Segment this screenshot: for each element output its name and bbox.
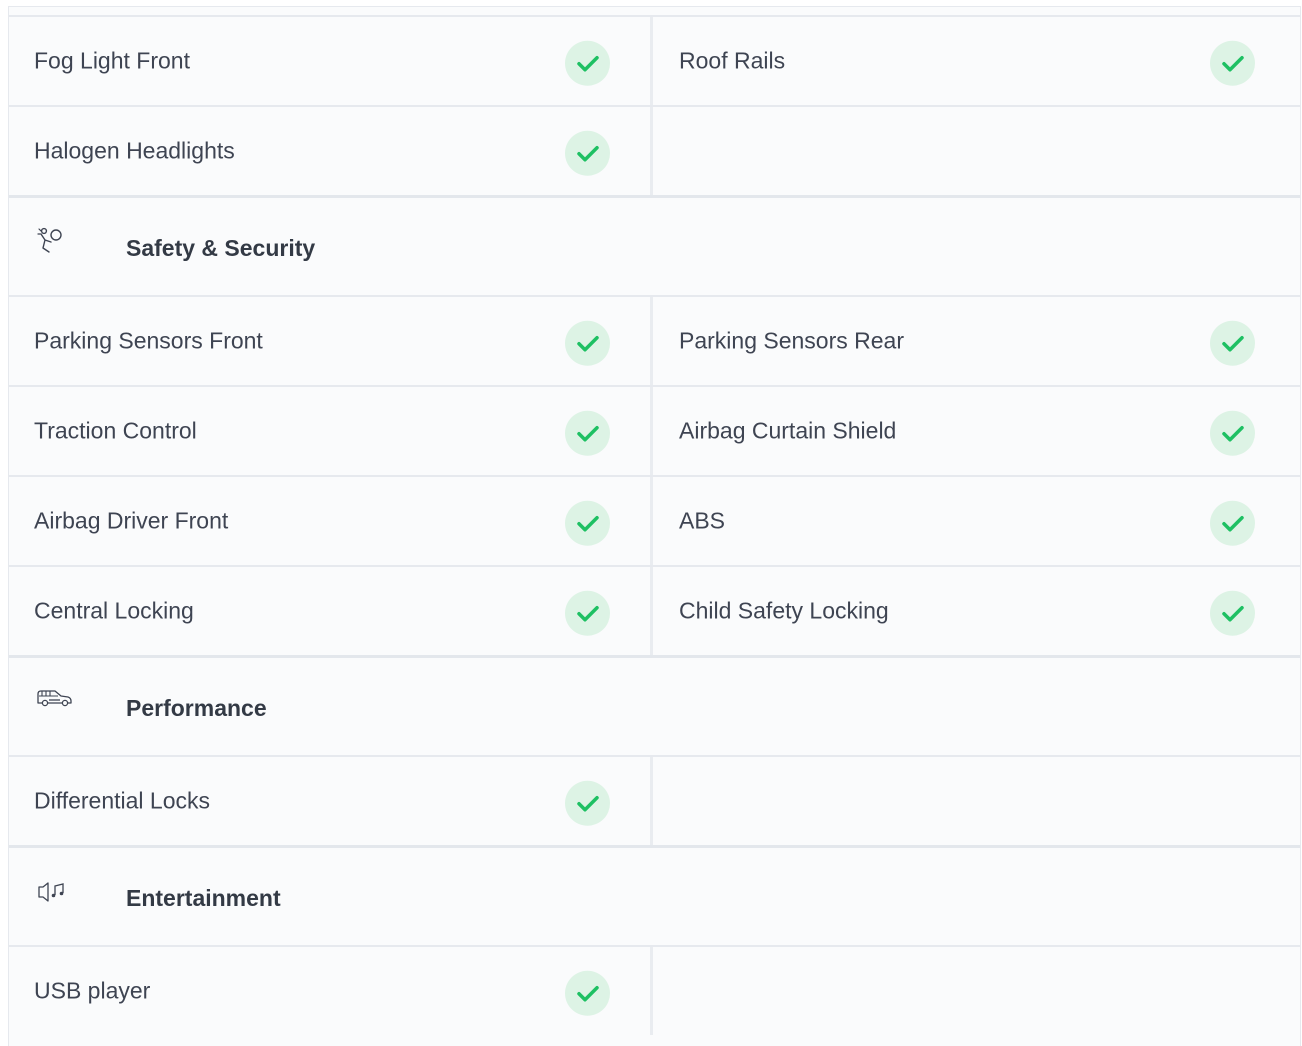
check-icon bbox=[565, 500, 610, 546]
feature-label: Traction Control bbox=[34, 417, 197, 444]
check-icon bbox=[1210, 40, 1255, 86]
feature-cell: Parking Sensors Rear bbox=[653, 297, 1300, 385]
feature-cell: Roof Rails bbox=[653, 17, 1300, 105]
feature-cell: Halogen Headlights bbox=[9, 107, 653, 195]
feature-label: Differential Locks bbox=[34, 787, 210, 814]
section-header-safety: Safety & Security bbox=[9, 198, 1300, 295]
check-icon bbox=[565, 780, 610, 826]
feature-label: Airbag Driver Front bbox=[34, 507, 229, 534]
check-icon bbox=[565, 40, 610, 86]
feature-label: Parking Sensors Rear bbox=[679, 327, 904, 354]
feature-label: Child Safety Locking bbox=[679, 597, 889, 624]
feature-row: Parking Sensors Front Parking Sensors Re… bbox=[9, 297, 1300, 385]
feature-row: Fog Light Front Roof Rails bbox=[9, 17, 1300, 105]
feature-label: USB player bbox=[34, 977, 151, 1004]
feature-row: Differential Locks bbox=[9, 757, 1300, 845]
speaker-music-icon bbox=[36, 881, 72, 911]
section-header-entertainment: Entertainment bbox=[9, 848, 1300, 945]
check-icon bbox=[1210, 320, 1255, 366]
check-icon bbox=[1210, 590, 1255, 636]
feature-cell: Traction Control bbox=[9, 387, 653, 475]
feature-cell: USB player bbox=[9, 947, 653, 1035]
check-icon bbox=[565, 410, 610, 456]
feature-label: Roof Rails bbox=[679, 47, 786, 74]
feature-row: USB player bbox=[9, 947, 1300, 1035]
feature-cell: Airbag Curtain Shield bbox=[653, 387, 1300, 475]
feature-cell: Airbag Driver Front bbox=[9, 477, 653, 565]
feature-label: Parking Sensors Front bbox=[34, 327, 263, 354]
check-icon bbox=[1210, 500, 1255, 546]
feature-cell: ABS bbox=[653, 477, 1300, 565]
check-icon bbox=[1210, 410, 1255, 456]
feature-cell-empty bbox=[653, 947, 1300, 1035]
feature-cell: Differential Locks bbox=[9, 757, 653, 845]
feature-row: Airbag Driver Front ABS bbox=[9, 477, 1300, 565]
feature-cell: Fog Light Front bbox=[9, 17, 653, 105]
feature-label: ABS bbox=[679, 507, 726, 534]
feature-row: Halogen Headlights bbox=[9, 107, 1300, 195]
check-icon bbox=[565, 590, 610, 636]
check-icon bbox=[565, 320, 610, 366]
feature-label: Central Locking bbox=[34, 597, 194, 624]
feature-label: Fog Light Front bbox=[34, 47, 190, 74]
feature-cell: Parking Sensors Front bbox=[9, 297, 653, 385]
feature-cell: Child Safety Locking bbox=[653, 567, 1300, 655]
section-header-performance: Performance bbox=[9, 658, 1300, 755]
section-title: Performance bbox=[126, 695, 267, 721]
features-table: Fog Light Front Roof Rails Halogen Headl… bbox=[8, 6, 1301, 1046]
airbag-icon bbox=[36, 226, 72, 256]
section-title: Entertainment bbox=[126, 885, 281, 911]
check-icon bbox=[565, 970, 610, 1016]
feature-row: Central Locking Child Safety Locking bbox=[9, 567, 1300, 655]
check-icon bbox=[565, 130, 610, 176]
feature-row: Traction Control Airbag Curtain Shield bbox=[9, 387, 1300, 475]
feature-cell-empty bbox=[653, 107, 1300, 195]
feature-label: Halogen Headlights bbox=[34, 137, 235, 164]
feature-label: Airbag Curtain Shield bbox=[679, 417, 897, 444]
feature-cell-empty bbox=[653, 757, 1300, 845]
feature-cell: Central Locking bbox=[9, 567, 653, 655]
section-title: Safety & Security bbox=[126, 235, 316, 261]
car-engine-icon bbox=[36, 688, 72, 718]
